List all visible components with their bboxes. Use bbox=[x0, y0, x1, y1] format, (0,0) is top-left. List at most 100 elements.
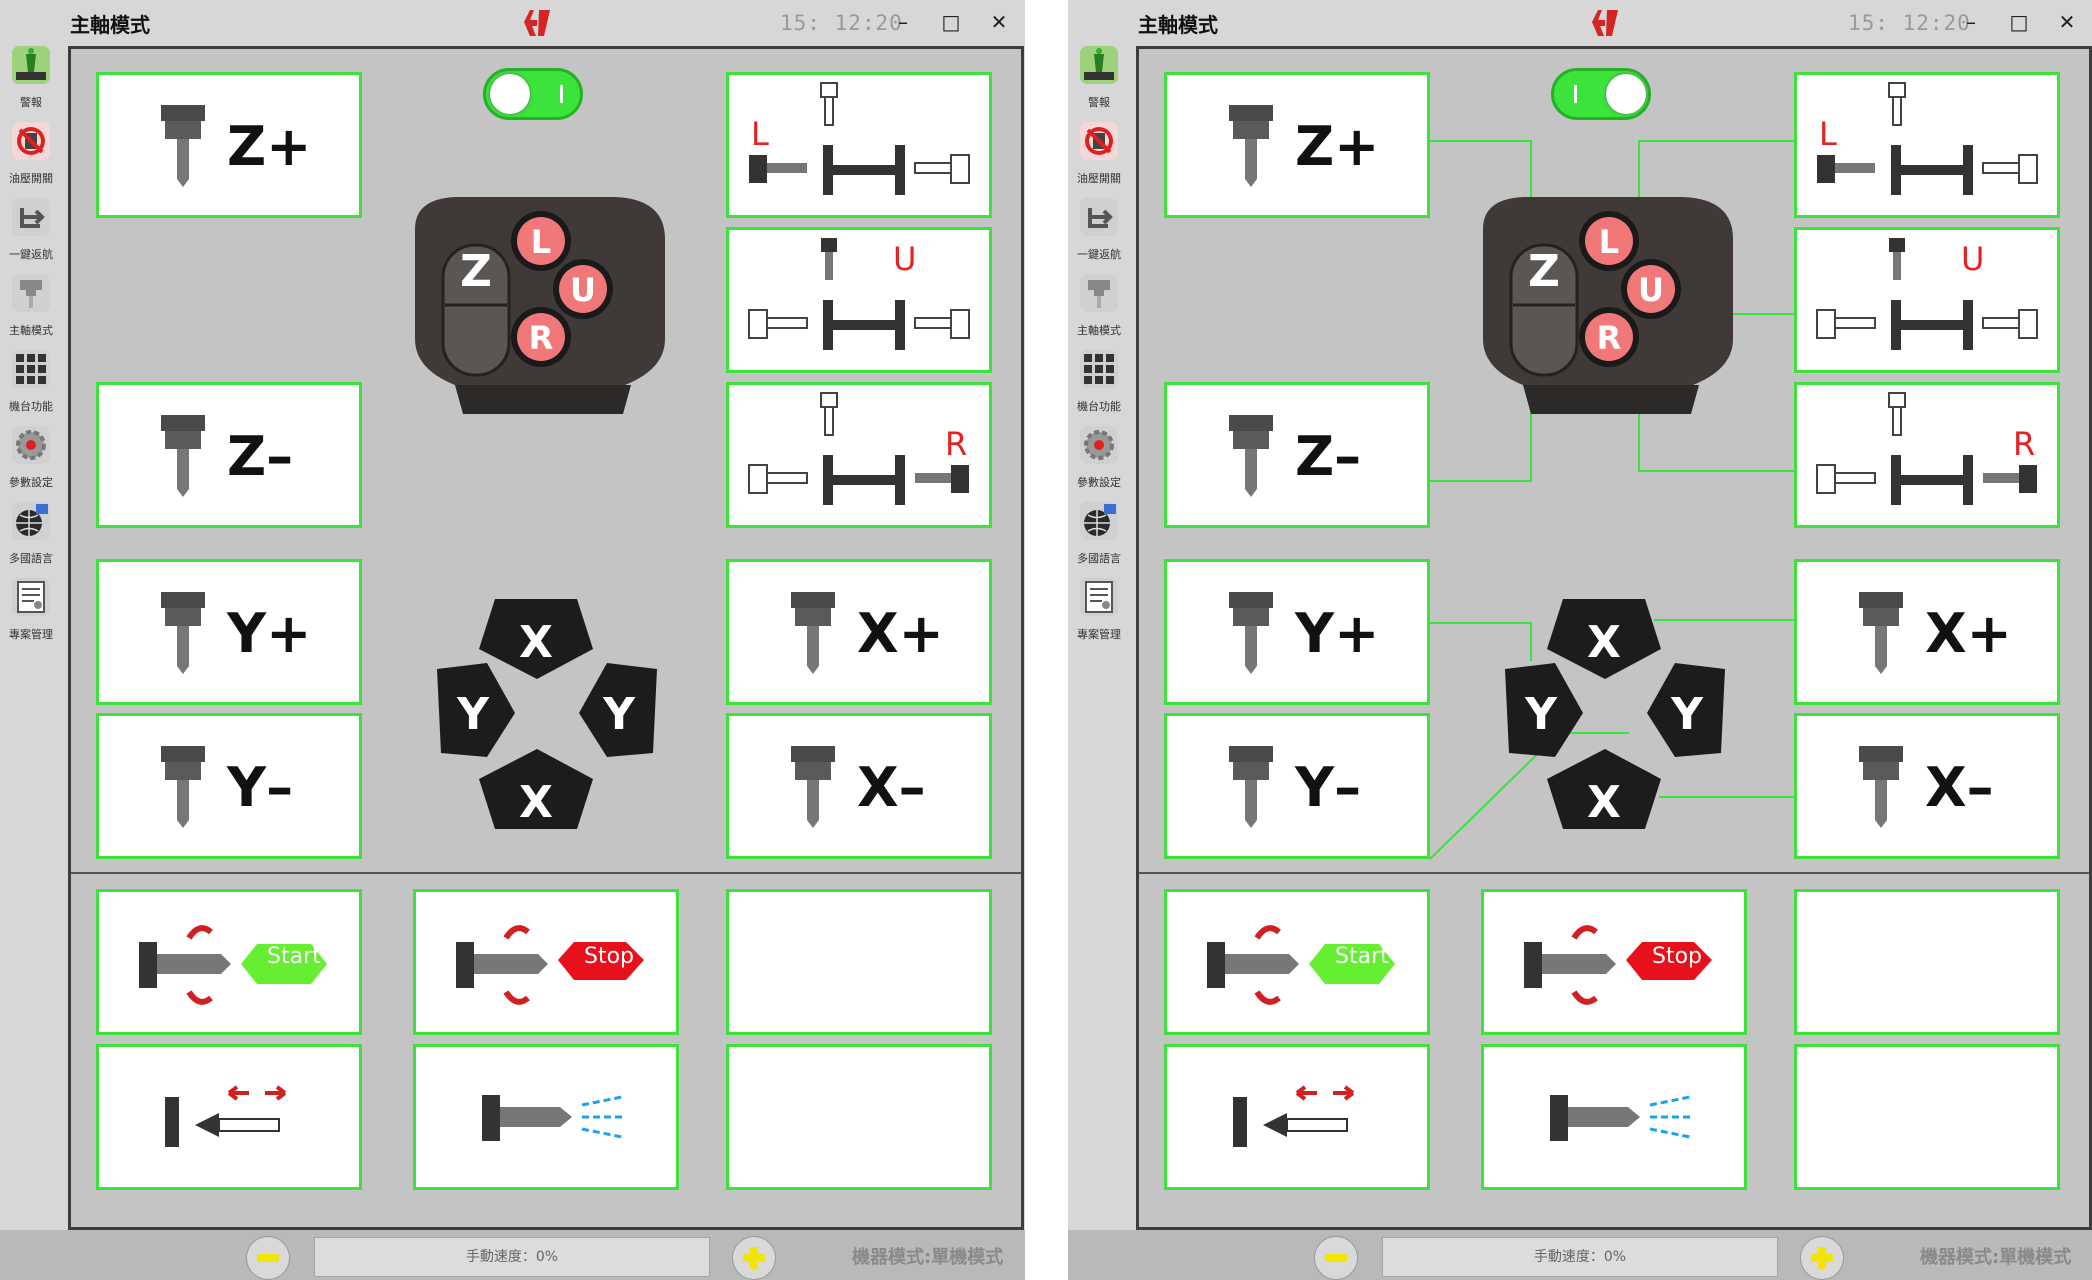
mode-toggle[interactable] bbox=[483, 68, 583, 120]
speed-decrease-button[interactable] bbox=[1314, 1236, 1358, 1280]
stop-label: Stop bbox=[584, 944, 635, 969]
air-blow-button[interactable] bbox=[1481, 1044, 1747, 1190]
section-divider bbox=[1139, 872, 2089, 874]
handwheel-u: U bbox=[570, 271, 596, 309]
speed-bar[interactable]: 手動速度：0% bbox=[1382, 1237, 1778, 1277]
spindle-l-button[interactable]: L bbox=[726, 72, 992, 218]
sidebar-item-alarm[interactable]: 警報 bbox=[1068, 46, 1134, 122]
handwheel-l: L bbox=[531, 223, 551, 261]
speed-bar[interactable]: 手動速度：0% bbox=[314, 1237, 710, 1277]
sidebar-item-settings[interactable]: 參數設定 bbox=[1068, 426, 1134, 502]
return-home-icon bbox=[1080, 198, 1118, 236]
machine-mode-text: 機器模式:單機模式 bbox=[852, 1247, 1004, 1268]
empty-tile[interactable] bbox=[1794, 1044, 2060, 1190]
rotate-stop-button[interactable]: Stop bbox=[413, 889, 679, 1035]
minimize-button[interactable]: – bbox=[1958, 9, 1984, 35]
x-minus-label: X– bbox=[1925, 756, 1994, 819]
sidebar-item-hydraulic[interactable]: 油壓開關 bbox=[1068, 122, 1134, 198]
maximize-button[interactable]: □ bbox=[2006, 9, 2032, 35]
sidebar: 警報 油壓開關 一鍵返航 主軸模式 機台功能 參數設定 多國語言 專案管理 bbox=[1068, 46, 1134, 1230]
sidebar-item-project[interactable]: 專案管理 bbox=[0, 578, 66, 654]
clamp-button[interactable] bbox=[1164, 1044, 1430, 1190]
spindle-mode-icon bbox=[1080, 274, 1118, 312]
minimize-button[interactable]: – bbox=[890, 9, 916, 35]
z-minus-button[interactable]: Z– bbox=[96, 382, 362, 528]
clamp-button[interactable] bbox=[96, 1044, 362, 1190]
spindle-r-label: R bbox=[2013, 425, 2036, 463]
air-blow-button[interactable] bbox=[413, 1044, 679, 1190]
sidebar-item-label: 機台功能 bbox=[9, 400, 53, 413]
sidebar-item-alarm[interactable]: 警報 bbox=[0, 46, 66, 122]
speed-decrease-button[interactable] bbox=[246, 1236, 290, 1280]
sidebar-item-label: 專案管理 bbox=[9, 628, 53, 641]
sidebar-item-spindle[interactable]: 主軸模式 bbox=[1068, 274, 1134, 350]
x-minus-button[interactable]: X– bbox=[1794, 713, 2060, 859]
dpad-down-label: X bbox=[1587, 777, 1621, 828]
status-bar: 手動速度：0% 機器模式:單機模式 bbox=[1068, 1230, 2092, 1280]
spindle-r-button[interactable]: R bbox=[726, 382, 992, 528]
handwheel-r: R bbox=[1597, 319, 1622, 357]
close-button[interactable]: ✕ bbox=[2054, 9, 2080, 35]
y-plus-button[interactable]: Y+ bbox=[1164, 559, 1430, 705]
dpad-left-label: Y bbox=[456, 689, 490, 740]
handwheel-r: R bbox=[529, 319, 554, 357]
spindle-l-label: L bbox=[751, 115, 769, 153]
x-minus-label: X– bbox=[857, 756, 926, 819]
spindle-u-button[interactable]: U bbox=[1794, 227, 2060, 373]
rotate-stop-button[interactable]: Stop bbox=[1481, 889, 1747, 1035]
document-icon bbox=[1080, 578, 1118, 616]
direction-pad: X Y Y X bbox=[1505, 599, 1725, 829]
sidebar-item-machine[interactable]: 機台功能 bbox=[1068, 350, 1134, 426]
sidebar-item-label: 主軸模式 bbox=[1077, 324, 1121, 337]
x-plus-button[interactable]: X+ bbox=[1794, 559, 2060, 705]
close-button[interactable]: ✕ bbox=[986, 9, 1012, 35]
mode-toggle[interactable] bbox=[1551, 68, 1651, 120]
maximize-button[interactable]: □ bbox=[938, 9, 964, 35]
dpad-up-label: X bbox=[1587, 617, 1621, 668]
rotate-start-button[interactable]: Start bbox=[96, 889, 362, 1035]
sidebar-item-settings[interactable]: 參數設定 bbox=[0, 426, 66, 502]
x-minus-button[interactable]: X– bbox=[726, 713, 992, 859]
z-minus-button[interactable]: Z– bbox=[1164, 382, 1430, 528]
y-plus-label: Y+ bbox=[227, 602, 312, 665]
app-logo-icon bbox=[1592, 10, 1618, 36]
sidebar-item-language[interactable]: 多國語言 bbox=[1068, 502, 1134, 578]
sidebar-item-return[interactable]: 一鍵返航 bbox=[1068, 198, 1134, 274]
dpad-right-label: Y bbox=[1670, 689, 1704, 740]
sidebar-item-project[interactable]: 專案管理 bbox=[1068, 578, 1134, 654]
empty-tile[interactable] bbox=[726, 889, 992, 1035]
x-plus-button[interactable]: X+ bbox=[726, 559, 992, 705]
sidebar-item-return[interactable]: 一鍵返航 bbox=[0, 198, 66, 274]
rotate-start-button[interactable]: Start bbox=[1164, 889, 1430, 1035]
z-plus-button[interactable]: Z+ bbox=[1164, 72, 1430, 218]
minus-icon bbox=[1325, 1254, 1347, 1262]
minus-icon bbox=[257, 1254, 279, 1262]
title-bar: 主軸模式 15: 12:20 – □ ✕ bbox=[1068, 0, 2092, 46]
speed-increase-button[interactable] bbox=[1800, 1236, 1844, 1280]
sidebar-item-language[interactable]: 多國語言 bbox=[0, 502, 66, 578]
sidebar-item-machine[interactable]: 機台功能 bbox=[0, 350, 66, 426]
sidebar-item-label: 油壓開關 bbox=[1077, 172, 1121, 185]
z-plus-button[interactable]: Z+ bbox=[96, 72, 362, 218]
y-plus-button[interactable]: Y+ bbox=[96, 559, 362, 705]
z-minus-label: Z– bbox=[1295, 425, 1362, 488]
clock: 15: 12:20 bbox=[780, 11, 903, 35]
y-minus-button[interactable]: Y– bbox=[96, 713, 362, 859]
globe-icon bbox=[12, 502, 50, 540]
return-home-icon bbox=[12, 198, 50, 236]
empty-tile[interactable] bbox=[1794, 889, 2060, 1035]
empty-tile[interactable] bbox=[726, 1044, 992, 1190]
spindle-l-label: L bbox=[1819, 115, 1837, 153]
spindle-u-button[interactable]: U bbox=[726, 227, 992, 373]
sidebar-item-label: 機台功能 bbox=[1077, 400, 1121, 413]
spindle-u-label: U bbox=[1961, 240, 1985, 278]
dpad-left-label: Y bbox=[1524, 689, 1558, 740]
spindle-r-button[interactable]: R bbox=[1794, 382, 2060, 528]
speed-increase-button[interactable] bbox=[732, 1236, 776, 1280]
handwheel-z: Z bbox=[1528, 246, 1560, 297]
x-plus-label: X+ bbox=[1925, 602, 2012, 665]
sidebar-item-spindle[interactable]: 主軸模式 bbox=[0, 274, 66, 350]
y-minus-button[interactable]: Y– bbox=[1164, 713, 1430, 859]
spindle-l-button[interactable]: L bbox=[1794, 72, 2060, 218]
sidebar-item-hydraulic[interactable]: 油壓開關 bbox=[0, 122, 66, 198]
